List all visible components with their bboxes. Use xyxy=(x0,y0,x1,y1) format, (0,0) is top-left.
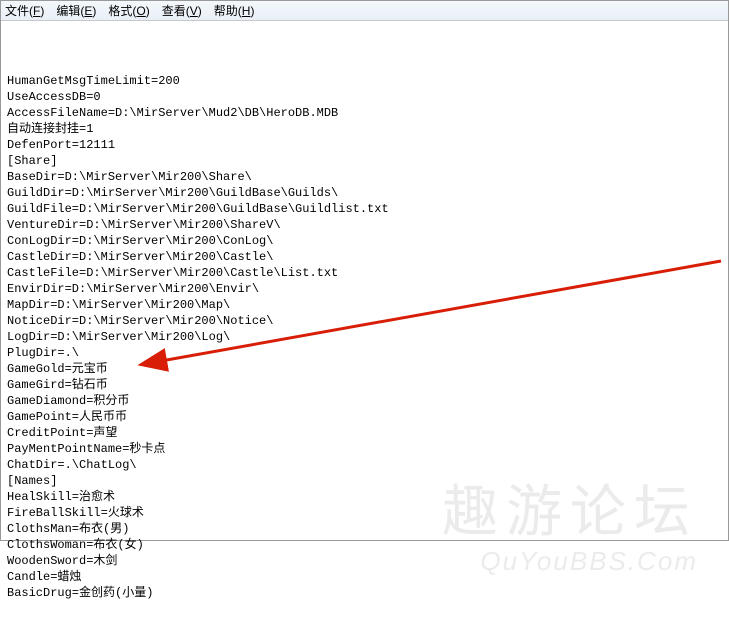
text-content-area[interactable]: 趣游论坛 QuYouBBS.Com HumanGetMsgTimeLimit=2… xyxy=(1,21,728,621)
text-line: GameDiamond=积分币 xyxy=(7,393,722,409)
text-line: WoodenSword=木剑 xyxy=(7,553,722,569)
text-line: PlugDir=.\ xyxy=(7,345,722,361)
text-line: GameGird=钻石币 xyxy=(7,377,722,393)
text-line: LogDir=D:\MirServer\Mir200\Log\ xyxy=(7,329,722,345)
text-line: GamePoint=人民币币 xyxy=(7,409,722,425)
text-line: CreditPoint=声望 xyxy=(7,425,722,441)
text-line: ChatDir=.\ChatLog\ xyxy=(7,457,722,473)
text-line: UseAccessDB=0 xyxy=(7,89,722,105)
text-line: GuildDir=D:\MirServer\Mir200\GuildBase\G… xyxy=(7,185,722,201)
text-line: EnvirDir=D:\MirServer\Mir200\Envir\ xyxy=(7,281,722,297)
menu-view[interactable]: 查看(V) xyxy=(162,2,202,19)
menu-edit[interactable]: 编辑(E) xyxy=(56,2,96,19)
text-line: ClothsWoman=布衣(女) xyxy=(7,537,722,553)
text-line: ConLogDir=D:\MirServer\Mir200\ConLog\ xyxy=(7,233,722,249)
text-line: FireBallSkill=火球术 xyxy=(7,505,722,521)
menu-help[interactable]: 帮助(H) xyxy=(214,2,255,19)
text-line: HumanGetMsgTimeLimit=200 xyxy=(7,73,722,89)
text-line: BaseDir=D:\MirServer\Mir200\Share\ xyxy=(7,169,722,185)
text-line: [Share] xyxy=(7,153,722,169)
text-line: CastleDir=D:\MirServer\Mir200\Castle\ xyxy=(7,249,722,265)
menubar: 文件(F) 编辑(E) 格式(O) 查看(V) 帮助(H) xyxy=(1,1,728,21)
text-line: PayMentPointName=秒卡点 xyxy=(7,441,722,457)
text-line: BasicDrug=金创药(小量) xyxy=(7,585,722,601)
text-line: DefenPort=12111 xyxy=(7,137,722,153)
text-line: 自动连接封挂=1 xyxy=(7,121,722,137)
menu-file[interactable]: 文件(F) xyxy=(5,2,44,19)
text-line: GuildFile=D:\MirServer\Mir200\GuildBase\… xyxy=(7,201,722,217)
text-line: CastleFile=D:\MirServer\Mir200\Castle\Li… xyxy=(7,265,722,281)
text-line: NoticeDir=D:\MirServer\Mir200\Notice\ xyxy=(7,313,722,329)
text-line: HealSkill=治愈术 xyxy=(7,489,722,505)
text-line: MapDir=D:\MirServer\Mir200\Map\ xyxy=(7,297,722,313)
text-line: [Names] xyxy=(7,473,722,489)
text-line: Candle=蜡烛 xyxy=(7,569,722,585)
menu-format[interactable]: 格式(O) xyxy=(108,2,149,19)
text-line: AccessFileName=D:\MirServer\Mud2\DB\Hero… xyxy=(7,105,722,121)
text-line: GameGold=元宝币 xyxy=(7,361,722,377)
text-line: ClothsMan=布衣(男) xyxy=(7,521,722,537)
text-line: VentureDir=D:\MirServer\Mir200\ShareV\ xyxy=(7,217,722,233)
